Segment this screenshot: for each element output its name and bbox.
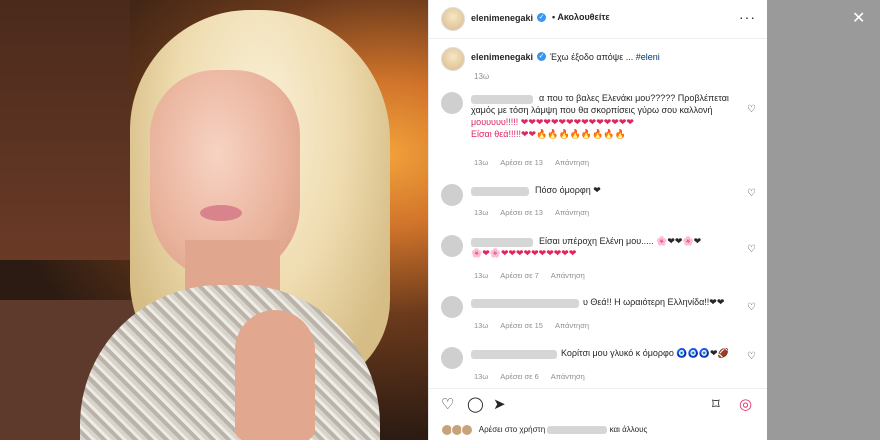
comment-avatar[interactable] <box>441 92 463 114</box>
author-avatar[interactable] <box>441 7 465 31</box>
comment-meta: 13ω Αρέσει σε 13 Απάντηση <box>474 208 590 217</box>
verified-icon: ✓ <box>537 52 546 61</box>
author-username[interactable]: elenimenegaki <box>471 13 533 23</box>
reels-icon[interactable]: ◎ <box>739 395 752 413</box>
caption-hashtag[interactable]: #eleni <box>636 52 660 62</box>
comment-text: Πόσο όμορφη ❤ <box>535 185 601 195</box>
blurred-username[interactable] <box>547 426 608 434</box>
comment-text: α που το βαλες Ελενάκι μου????? Προβλέπε… <box>471 93 729 139</box>
caption-username[interactable]: elenimenegaki <box>471 52 533 62</box>
like-comment-icon[interactable]: ♡ <box>747 302 756 313</box>
caption-avatar[interactable] <box>441 47 465 71</box>
liker-avatar <box>461 424 473 436</box>
bookmark-icon[interactable]: ⌑ <box>712 395 720 413</box>
caption-text: Έχω έξοδο απόψε ... #eleni <box>550 52 660 62</box>
post-side-panel: elenimenegaki ✓ • Ακολουθείτε ··· elenim… <box>428 0 767 440</box>
like-comment-icon[interactable]: ♡ <box>747 104 756 115</box>
post-header: elenimenegaki ✓ • Ακολουθείτε ··· <box>429 0 767 39</box>
following-button[interactable]: • Ακολουθείτε <box>552 12 610 22</box>
post-actions-bar: ♡ ◯ ➤ ⌑ ◎ <box>429 388 767 419</box>
like-comment-icon[interactable]: ♡ <box>747 351 756 362</box>
heart-icon[interactable]: ♡ <box>441 395 454 413</box>
likes-summary[interactable]: Αρέσει στο χρήστη και άλλους <box>441 424 647 436</box>
caption-time[interactable]: 13ω <box>474 72 489 81</box>
photo-background <box>0 0 130 260</box>
verified-icon: ✓ <box>537 13 546 22</box>
comment-meta: 13ω Αρέσει σε 13 Απάντηση <box>474 158 590 167</box>
photo-hand <box>235 310 315 440</box>
photo-lips <box>200 205 242 221</box>
comment-text: Κορίτσι μου γλυκό κ όμορφο 🧿🧿🧿❤🏈 <box>561 348 729 358</box>
comment-avatar[interactable] <box>441 184 463 206</box>
backdrop-right[interactable] <box>767 0 880 440</box>
close-icon[interactable]: ✕ <box>852 8 865 28</box>
comment-meta: 13ω Αρέσει σε 7 Απάντηση <box>474 271 585 280</box>
like-comment-icon[interactable]: ♡ <box>747 188 756 199</box>
comment-meta: 13ω Αρέσει σε 6 Απάντηση <box>474 372 585 381</box>
more-options-icon[interactable]: ··· <box>739 9 756 25</box>
like-comment-icon[interactable]: ♡ <box>747 244 756 255</box>
post-photo[interactable] <box>0 0 428 440</box>
comment-icon[interactable]: ◯ <box>467 395 484 413</box>
comment-text: υ Θεά!! Η ωραιότερη Ελληνίδα!!❤❤ <box>583 297 725 307</box>
comment-avatar[interactable] <box>441 296 463 318</box>
comment-avatar[interactable] <box>441 235 463 257</box>
comment-avatar[interactable] <box>441 347 463 369</box>
share-icon[interactable]: ➤ <box>493 395 506 413</box>
comment-text: Είσαι υπέροχη Ελένη μου..... 🌸❤❤🌸❤ 🌸❤🌸❤❤… <box>471 236 702 258</box>
comment-meta: 13ω Αρέσει σε 15 Απάντηση <box>474 321 590 330</box>
